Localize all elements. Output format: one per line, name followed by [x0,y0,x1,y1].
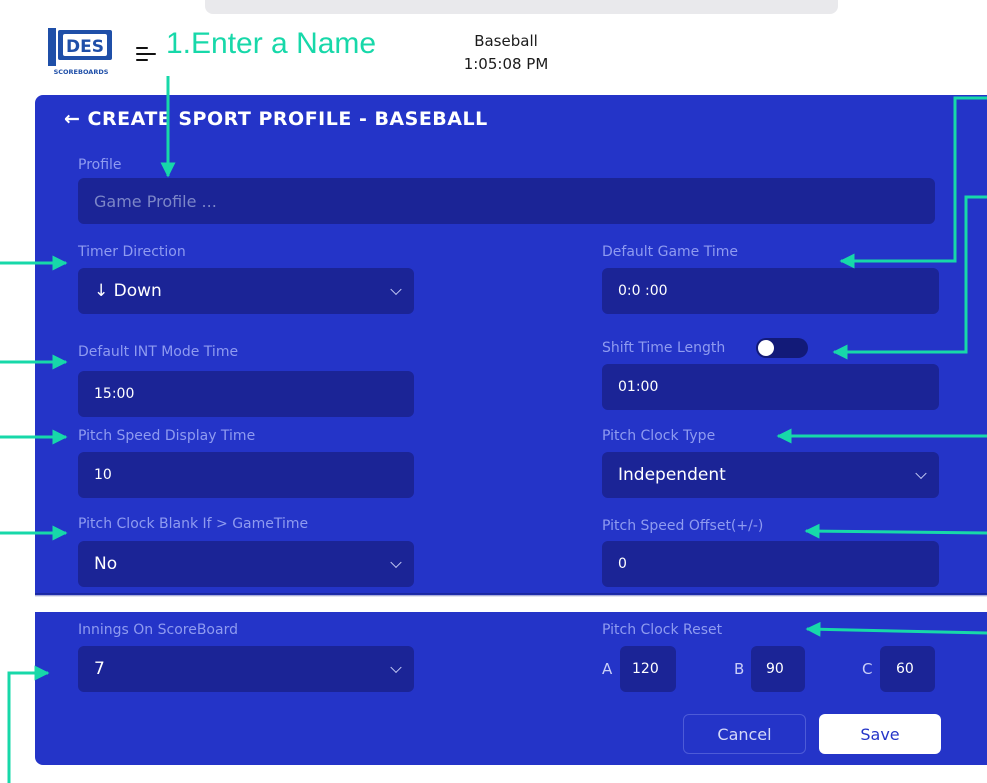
toggle-knob [758,340,774,356]
default-game-time-input[interactable]: 0:0 :00 [602,268,939,314]
pitch-clock-type-select[interactable]: Independent [602,452,939,498]
pitch-clock-type-label: Pitch Clock Type [602,428,716,444]
innings-value: 7 [94,659,105,679]
profile-label: Profile [78,157,122,173]
pitch-speed-display-time-input[interactable]: 10 [78,452,414,498]
default-int-mode-time-input[interactable]: 15:00 [78,371,414,417]
chevron-down-icon [390,556,402,569]
chevron-down-icon [390,661,402,674]
pitch-clock-blank-value: No [94,554,118,574]
shift-time-length-toggle[interactable] [756,338,808,358]
shift-time-length-label: Shift Time Length [602,340,726,356]
reset-b-value: 90 [766,661,784,677]
svg-text:SCOREBOARDS: SCOREBOARDS [54,68,109,76]
menu-icon[interactable] [136,44,158,64]
pitch-clock-blank-label: Pitch Clock Blank If > GameTime [78,516,309,532]
cancel-button[interactable]: Cancel [683,714,806,754]
pitch-speed-offset-label: Pitch Speed Offset(+/-) [602,518,764,534]
clock-time: 1:05:08 PM [463,55,549,73]
reset-b-label: B [734,660,745,678]
pitch-speed-display-time-value: 10 [94,467,112,483]
top-strip [205,0,838,14]
default-int-mode-time-value: 15:00 [94,386,135,402]
shift-time-length-value: 01:00 [618,379,659,395]
pitch-clock-blank-select[interactable]: No [78,541,414,587]
chevron-down-icon [390,283,402,296]
timer-direction-value: ↓ Down [94,281,162,301]
save-button[interactable]: Save [819,714,941,754]
profile-input[interactable]: Game Profile ... [78,178,935,224]
shift-time-length-input[interactable]: 01:00 [602,364,939,410]
timer-direction-select[interactable]: ↓ Down [78,268,414,314]
profile-placeholder: Game Profile ... [94,191,217,211]
reset-a-input[interactable]: 120 [620,646,676,692]
annotation-enter-name: 1.Enter a Name [166,27,377,60]
innings-label: Innings On ScoreBoard [78,622,238,638]
pitch-speed-offset-value: 0 [618,556,627,572]
default-game-time-value: 0:0 :00 [618,283,668,299]
des-logo: DES SCOREBOARDS [48,28,112,76]
reset-c-value: 60 [896,661,914,677]
reset-c-input[interactable]: 60 [880,646,935,692]
chevron-down-icon [915,467,927,480]
pitch-speed-offset-input[interactable]: 0 [602,541,939,587]
screenshot-gap [0,595,987,612]
pitch-clock-reset-label: Pitch Clock Reset [602,622,723,638]
page-title[interactable]: ← CREATE SPORT PROFILE - BASEBALL [64,108,488,130]
pitch-clock-type-value: Independent [618,465,726,485]
timer-direction-label: Timer Direction [78,244,186,260]
reset-a-value: 120 [632,661,659,677]
reset-c-label: C [862,660,873,678]
default-game-time-label: Default Game Time [602,244,738,260]
sport-name: Baseball [474,32,538,50]
svg-text:DES: DES [66,37,104,57]
reset-a-label: A [602,660,613,678]
default-int-mode-time-label: Default INT Mode Time [78,344,239,360]
reset-b-input[interactable]: 90 [751,646,805,692]
pitch-speed-display-time-label: Pitch Speed Display Time [78,428,256,444]
innings-select[interactable]: 7 [78,646,414,692]
